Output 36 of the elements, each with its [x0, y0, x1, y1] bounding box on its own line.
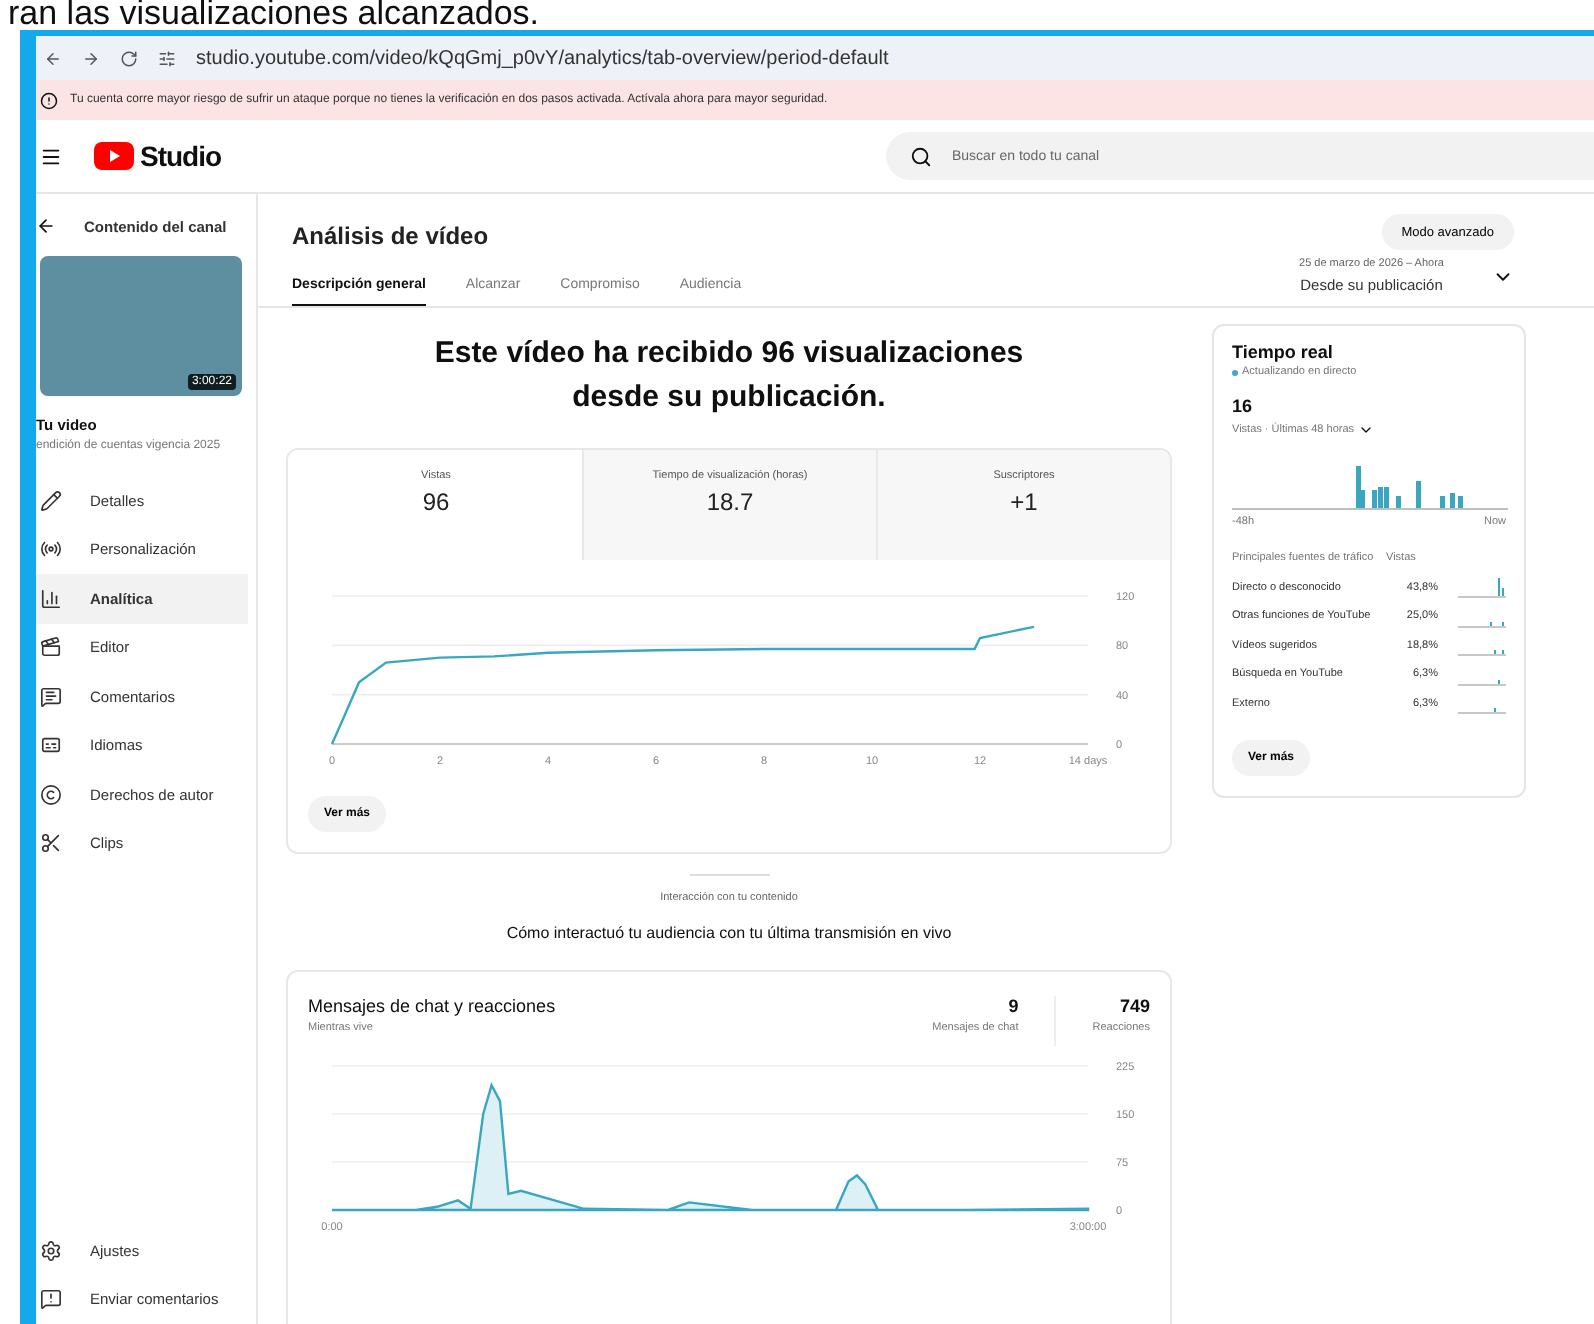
broadcast-icon	[40, 538, 62, 561]
alert-icon	[40, 91, 58, 109]
clapperboard-icon	[40, 636, 62, 659]
caption-text: ran las visualizaciones alcanzados.	[6, 0, 542, 30]
feedback-icon	[40, 1288, 62, 1311]
sparkline-drawing	[1458, 708, 1506, 714]
sparkline-drawing	[1458, 650, 1506, 656]
logo-text: Studio	[140, 140, 222, 172]
page-title: Análisis de vídeo	[292, 222, 489, 250]
headline: Este vídeo ha recibido 96 visualizaciones desde su publicación.	[432, 334, 1026, 418]
site-settings-icon[interactable]	[158, 49, 176, 67]
play-logo-icon	[94, 142, 134, 170]
sparkline-drawing	[1458, 621, 1506, 627]
search-icon	[910, 145, 932, 167]
sparkline-drawing	[1458, 578, 1506, 598]
section-heading: Cómo interactuó tu audiencia con tu última transmisión en vivo	[504, 924, 954, 942]
chevron-down-icon[interactable]	[1358, 422, 1375, 438]
reload-icon[interactable]	[120, 49, 138, 67]
stat-value: 9	[1008, 996, 1019, 1016]
forward-arrow-icon[interactable]	[82, 49, 100, 67]
bar-chart-icon	[40, 587, 62, 610]
subtitles-icon	[40, 734, 62, 757]
stat-value: 749	[1119, 996, 1150, 1016]
card-title: Tiempo real	[1232, 342, 1335, 362]
sparkline-drawing	[1458, 679, 1506, 685]
card-title: Mensajes de chat y reacciones	[308, 996, 558, 1016]
live-dot-icon	[1232, 369, 1238, 375]
comment-icon	[40, 685, 62, 708]
menu-icon[interactable]	[40, 145, 62, 167]
pencil-icon	[40, 489, 62, 512]
back-arrow-icon[interactable]	[36, 216, 56, 236]
scissors-icon	[40, 832, 62, 855]
view-count: 16	[1232, 396, 1255, 416]
copyright-icon	[40, 783, 62, 806]
settings-icon	[40, 1239, 62, 1262]
back-arrow-icon[interactable]	[44, 49, 62, 67]
